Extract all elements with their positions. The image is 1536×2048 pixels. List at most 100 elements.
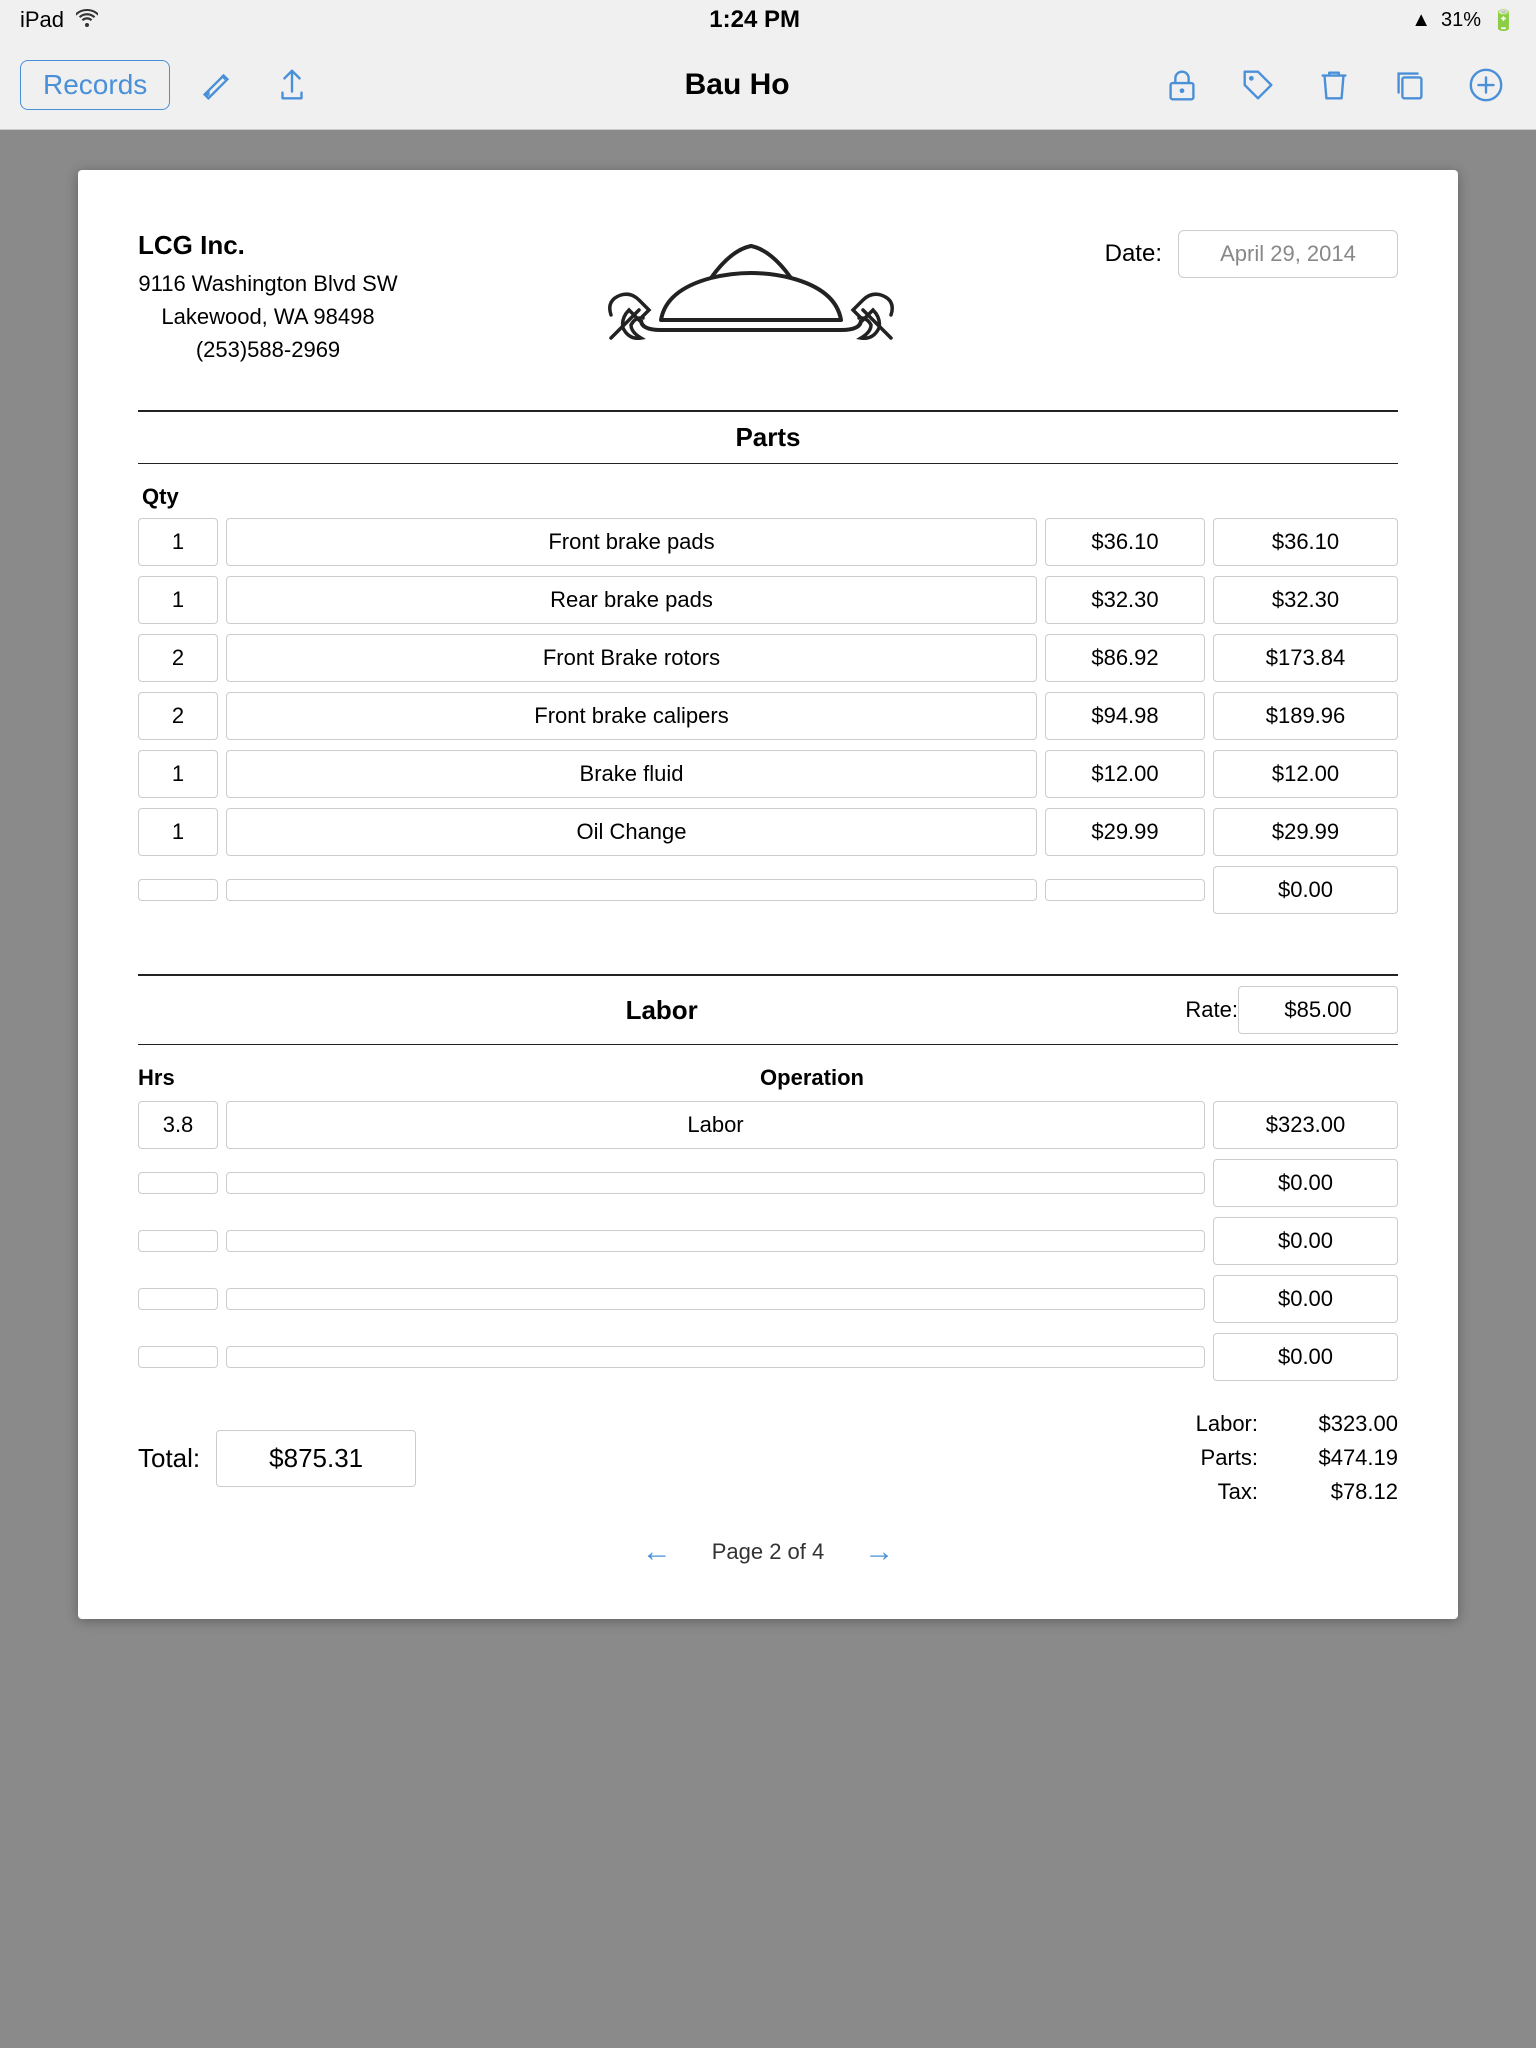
- parts-qty-cell[interactable]: 1: [138, 518, 218, 566]
- labor-hrs-cell[interactable]: [138, 1346, 218, 1368]
- date-area: Date: April 29, 2014: [1105, 230, 1398, 278]
- labor-op-cell[interactable]: [226, 1172, 1205, 1194]
- parts-price-cell[interactable]: $12.00: [1045, 750, 1205, 798]
- parts-qty-cell[interactable]: 2: [138, 692, 218, 740]
- add-button[interactable]: [1456, 55, 1516, 115]
- parts-total-cell[interactable]: $189.96: [1213, 692, 1398, 740]
- parts-desc-cell[interactable]: [226, 879, 1037, 901]
- parts-qty-cell[interactable]: 2: [138, 634, 218, 682]
- totals-section: Total: $875.31 Labor: $323.00 Parts: $47…: [138, 1411, 1398, 1505]
- labor-summary-row: Labor: $323.00: [1158, 1411, 1398, 1437]
- copy-button[interactable]: [1380, 55, 1440, 115]
- totals-row: Total: $875.31 Labor: $323.00 Parts: $47…: [138, 1411, 1398, 1505]
- labor-op-cell[interactable]: [226, 1288, 1205, 1310]
- labor-hrs-cell[interactable]: [138, 1230, 218, 1252]
- labor-amt-cell[interactable]: $0.00: [1213, 1217, 1398, 1265]
- parts-qty-cell[interactable]: 1: [138, 576, 218, 624]
- parts-total-cell[interactable]: $32.30: [1213, 576, 1398, 624]
- status-bar: iPad 1:24 PM ▲ 31% 🔋: [0, 0, 1536, 40]
- tax-summary-label: Tax:: [1158, 1479, 1258, 1505]
- address-line2: Lakewood, WA 98498: [138, 300, 398, 333]
- parts-table-row: $0.00: [138, 866, 1398, 914]
- parts-summary-value: $474.19: [1278, 1445, 1398, 1471]
- labor-table-row: 3.8 Labor $323.00: [138, 1101, 1398, 1149]
- document-title: Bau Ho: [342, 68, 1132, 102]
- address-line1: 9116 Washington Blvd SW: [138, 267, 398, 300]
- labor-rate-value: $85.00: [1238, 986, 1398, 1034]
- edit-button[interactable]: [186, 55, 246, 115]
- parts-total-cell[interactable]: $12.00: [1213, 750, 1398, 798]
- parts-table-row: 1 Brake fluid $12.00 $12.00: [138, 750, 1398, 798]
- parts-table-row: 2 Front Brake rotors $86.92 $173.84: [138, 634, 1398, 682]
- delete-button[interactable]: [1304, 55, 1364, 115]
- labor-op-cell[interactable]: [226, 1230, 1205, 1252]
- parts-desc-cell[interactable]: Front brake pads: [226, 518, 1037, 566]
- device-label: iPad: [20, 7, 64, 33]
- parts-table-row: 1 Oil Change $29.99 $29.99: [138, 808, 1398, 856]
- share-button[interactable]: [262, 55, 322, 115]
- labor-amt-cell[interactable]: $0.00: [1213, 1275, 1398, 1323]
- parts-price-cell[interactable]: $29.99: [1045, 808, 1205, 856]
- battery-icon: 🔋: [1491, 8, 1516, 33]
- parts-total-cell[interactable]: $0.00: [1213, 866, 1398, 914]
- date-label: Date:: [1105, 240, 1162, 268]
- parts-price-cell[interactable]: [1045, 879, 1205, 901]
- labor-title: Labor: [138, 995, 1185, 1026]
- signal-icon: ▲: [1411, 9, 1431, 32]
- labor-table-row: $0.00: [138, 1217, 1398, 1265]
- qty-header: Qty: [142, 484, 232, 510]
- lock-button[interactable]: [1152, 55, 1212, 115]
- parts-total-cell[interactable]: $29.99: [1213, 808, 1398, 856]
- parts-table: 1 Front brake pads $36.10 $36.10 1 Rear …: [138, 518, 1398, 914]
- parts-desc-cell[interactable]: Oil Change: [226, 808, 1037, 856]
- labor-hrs-cell[interactable]: [138, 1288, 218, 1310]
- labor-table-row: $0.00: [138, 1275, 1398, 1323]
- parts-qty-cell[interactable]: [138, 879, 218, 901]
- next-page-button[interactable]: →: [864, 1535, 894, 1569]
- car-logo-svg: [601, 230, 901, 370]
- labor-table: 3.8 Labor $323.00 $0.00 $0.00 $0.00 $0.0…: [138, 1101, 1398, 1381]
- company-address: 9116 Washington Blvd SW Lakewood, WA 984…: [138, 267, 398, 366]
- parts-price-cell[interactable]: $94.98: [1045, 692, 1205, 740]
- parts-table-row: 1 Rear brake pads $32.30 $32.30: [138, 576, 1398, 624]
- document: LCG Inc. 9116 Washington Blvd SW Lakewoo…: [78, 170, 1458, 1619]
- company-name: LCG Inc.: [138, 230, 398, 261]
- date-value: April 29, 2014: [1178, 230, 1398, 278]
- labor-amt-cell[interactable]: $0.00: [1213, 1333, 1398, 1381]
- page-indicator: Page 2 of 4: [712, 1539, 825, 1565]
- parts-summary-row: Parts: $474.19: [1158, 1445, 1398, 1471]
- parts-desc-cell[interactable]: Front Brake rotors: [226, 634, 1037, 682]
- prev-page-button[interactable]: ←: [642, 1535, 672, 1569]
- parts-total-cell[interactable]: $36.10: [1213, 518, 1398, 566]
- wifi-icon: [76, 7, 98, 33]
- labor-hrs-cell[interactable]: [138, 1172, 218, 1194]
- parts-desc-cell[interactable]: Rear brake pads: [226, 576, 1037, 624]
- parts-price-cell[interactable]: $86.92: [1045, 634, 1205, 682]
- labor-op-cell[interactable]: Labor: [226, 1101, 1205, 1149]
- tax-summary-row: Tax: $78.12: [1158, 1479, 1398, 1505]
- labor-col-headers: Hrs Operation: [138, 1065, 1398, 1091]
- parts-price-cell[interactable]: $36.10: [1045, 518, 1205, 566]
- parts-desc-cell[interactable]: Brake fluid: [226, 750, 1037, 798]
- parts-qty-cell[interactable]: 1: [138, 750, 218, 798]
- labor-rate-label: Rate:: [1185, 997, 1238, 1023]
- parts-price-cell[interactable]: $32.30: [1045, 576, 1205, 624]
- parts-desc-cell[interactable]: Front brake calipers: [226, 692, 1037, 740]
- labor-header: Labor Rate: $85.00: [138, 974, 1398, 1045]
- labor-op-cell[interactable]: [226, 1346, 1205, 1368]
- parts-qty-cell[interactable]: 1: [138, 808, 218, 856]
- totals-right: Labor: $323.00 Parts: $474.19 Tax: $78.1…: [1158, 1411, 1398, 1505]
- labor-table-row: $0.00: [138, 1159, 1398, 1207]
- operation-header: Operation: [226, 1065, 1398, 1091]
- total-value: $875.31: [216, 1430, 416, 1487]
- records-button[interactable]: Records: [20, 60, 170, 110]
- labor-hrs-cell[interactable]: 3.8: [138, 1101, 218, 1149]
- parts-summary-label: Parts:: [1158, 1445, 1258, 1471]
- doc-header: LCG Inc. 9116 Washington Blvd SW Lakewoo…: [138, 230, 1398, 370]
- labor-summary-value: $323.00: [1278, 1411, 1398, 1437]
- parts-total-cell[interactable]: $173.84: [1213, 634, 1398, 682]
- phone: (253)588-2969: [138, 333, 398, 366]
- labor-amt-cell[interactable]: $323.00: [1213, 1101, 1398, 1149]
- tag-button[interactable]: [1228, 55, 1288, 115]
- labor-amt-cell[interactable]: $0.00: [1213, 1159, 1398, 1207]
